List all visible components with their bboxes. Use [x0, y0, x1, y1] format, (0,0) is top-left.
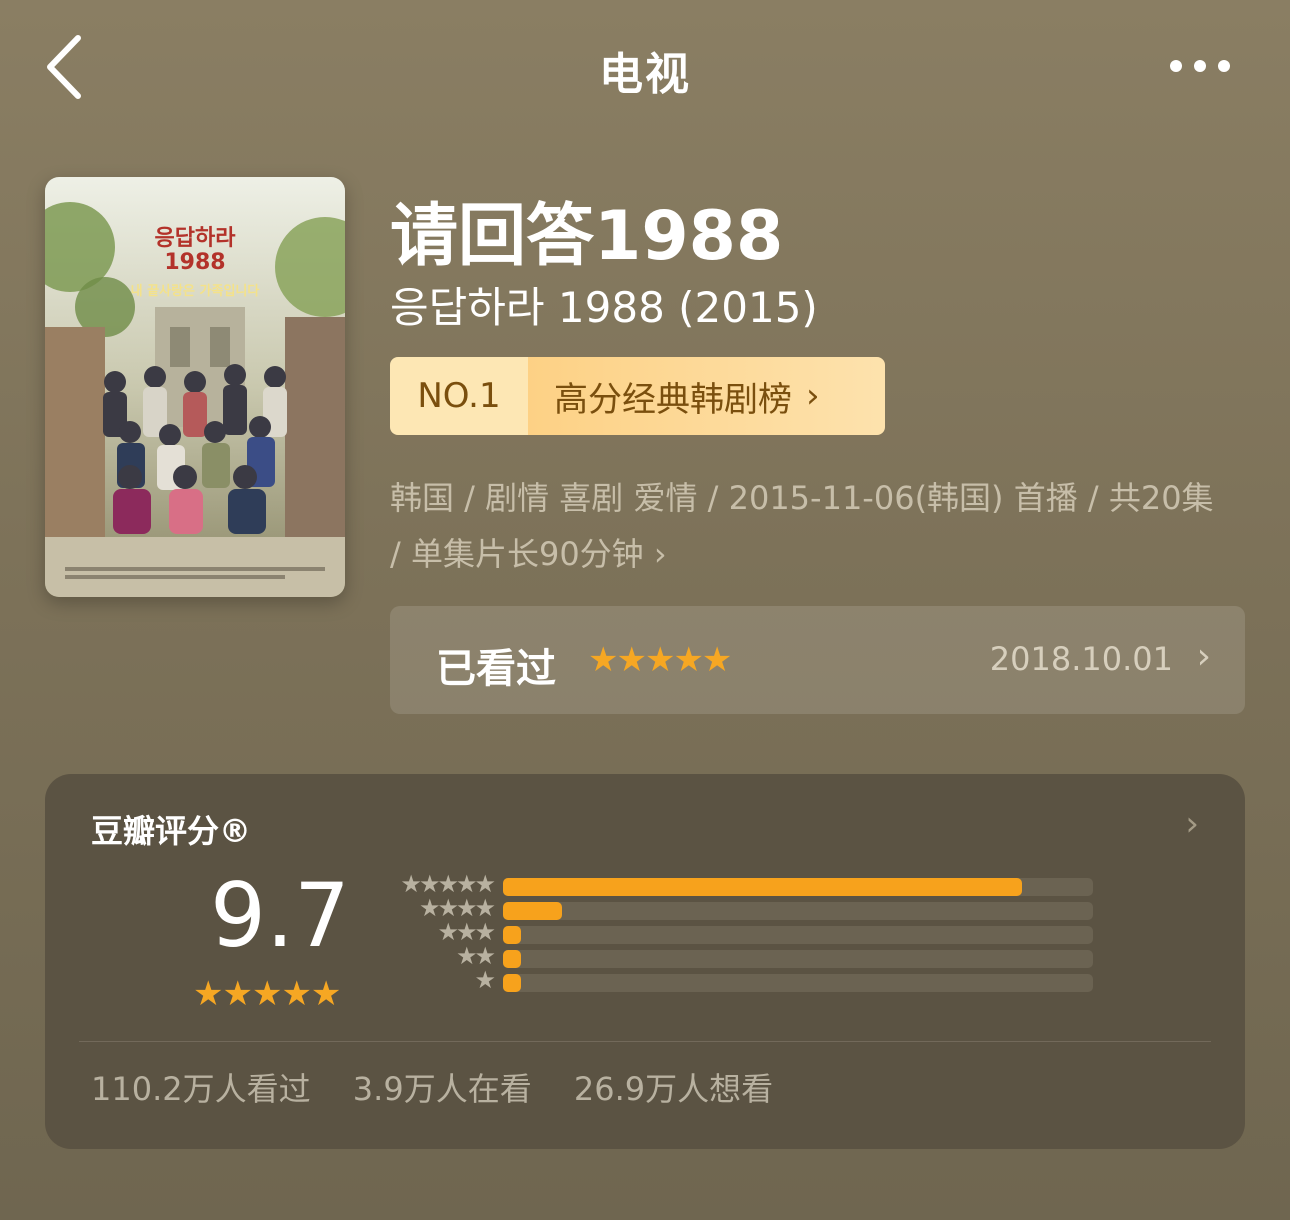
divider [79, 1041, 1211, 1042]
chevron-right-icon: › [1196, 636, 1211, 677]
douban-rating-card[interactable]: 豆瓣评分® › 9.7 ★★★★★ ★★★★★ ★★★★ ★★★ ★★ ★ 110.2万… [45, 774, 1245, 1149]
rating-distribution-row: ★ [383, 966, 1103, 996]
my-rating-stars: ★★★★★ [588, 640, 732, 680]
distribution-bar-fill [503, 926, 521, 944]
chevron-right-icon[interactable]: › [1185, 804, 1199, 844]
distribution-bar-fill [503, 878, 1023, 896]
distribution-bar-track [503, 902, 1093, 920]
rating-score: 9.7 [210, 864, 350, 967]
distribution-bar-track [503, 950, 1093, 968]
more-horizontal-icon [1170, 60, 1182, 72]
score-stars: ★★★★★ [193, 974, 341, 1014]
rating-card-title: 豆瓣评分® [91, 812, 252, 850]
watched-status-label: 已看过 [436, 646, 556, 692]
ranking-badge[interactable]: NO.1 高分经典韩剧榜 › [390, 357, 885, 435]
distribution-bar-track [503, 974, 1093, 992]
chevron-right-icon: › [806, 376, 820, 416]
stat-want-to-watch: 26.9万人想看 [573, 1070, 774, 1108]
show-title: 请回答1988 [390, 197, 784, 276]
svg-text:1988: 1988 [164, 250, 225, 275]
stat-watched: 110.2万人看过 [91, 1070, 311, 1108]
distribution-bar-fill [503, 902, 562, 920]
distribution-star-label: ★ [474, 966, 495, 994]
audience-stats: 110.2万人看过 3.9万人在看 26.9万人想看 [91, 1064, 805, 1110]
watched-date: 2018.10.01 [989, 640, 1173, 678]
show-info-text: 韩国 / 剧情 喜剧 爱情 / 2015-11-06(韩国) 首播 / 共20集… [390, 479, 1214, 573]
distribution-bar-track [503, 926, 1093, 944]
my-rating-bar[interactable]: 已看过 ★★★★★ 2018.10.01 › [390, 606, 1245, 714]
distribution-bar-track [503, 878, 1093, 896]
svg-text:내 끝사랑은 가족입니다: 내 끝사랑은 가족입니다 [131, 283, 260, 299]
rank-number: NO.1 [390, 357, 528, 435]
poster-image[interactable]: 응답하라 1988 내 끝사랑은 가족입니다 [45, 177, 345, 597]
show-info-link[interactable]: 韩国 / 剧情 喜剧 爱情 / 2015-11-06(韩国) 首播 / 共20集… [390, 470, 1230, 582]
more-button[interactable] [1160, 48, 1240, 84]
nav-bar: 电视 [0, 0, 1290, 135]
chevron-right-icon: › [653, 535, 667, 573]
distribution-bar-fill [503, 950, 521, 968]
distribution-bar-fill [503, 974, 521, 992]
rank-list-name: 高分经典韩剧榜 [554, 379, 792, 420]
page-title: 电视 [599, 49, 691, 100]
stat-watching: 3.9万人在看 [352, 1070, 532, 1108]
show-original-title: 응답하라 1988 (2015) [390, 283, 818, 332]
poster-logo-text: 응답하라 [155, 226, 237, 251]
